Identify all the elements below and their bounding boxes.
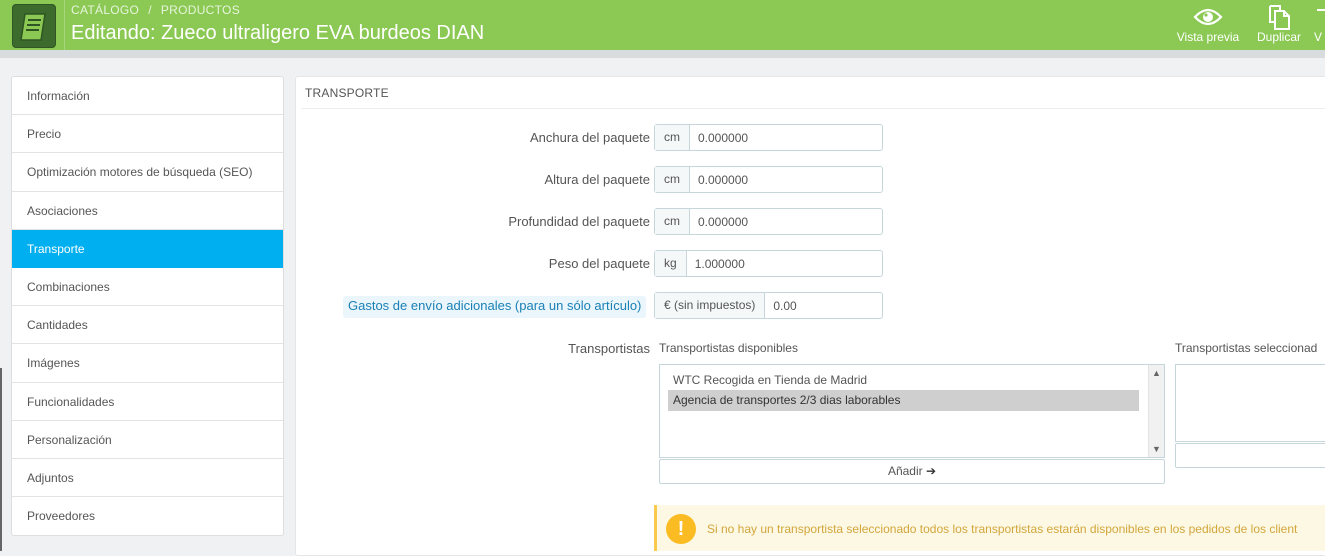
truncated-icon [1317, 9, 1325, 11]
duplicate-button[interactable]: Duplicar [1252, 4, 1306, 46]
height-input[interactable] [690, 167, 882, 192]
tab-combinaciones[interactable]: Combinaciones [12, 268, 283, 307]
depth-unit: cm [655, 209, 690, 234]
available-carriers-list[interactable]: WTC Recogida en Tienda de Madrid Agencia… [659, 364, 1165, 458]
list-scrollbar[interactable]: ▲ ▼ [1148, 365, 1164, 457]
breadcrumb-item-products[interactable]: PRODUCTOS [161, 3, 240, 17]
depth-label: Profundidad del paquete [508, 214, 650, 229]
more-button[interactable]: V [1314, 4, 1325, 46]
breadcrumb: CATÁLOGO / PRODUCTOS [71, 3, 240, 17]
width-input[interactable] [690, 125, 882, 150]
carrier-option[interactable]: WTC Recogida en Tienda de Madrid [668, 370, 1139, 391]
preview-label: Vista previa [1176, 30, 1240, 44]
header-bar: CATÁLOGO / PRODUCTOS Editando: Zueco ultra… [0, 0, 1325, 50]
warning-text: Si no hay un transportista seleccionado … [707, 522, 1298, 536]
shipping-fees-label[interactable]: Gastos de envío adicionales (para un sól… [343, 296, 647, 318]
selected-carriers-list[interactable] [1175, 364, 1325, 442]
weight-unit: kg [655, 251, 687, 276]
scroll-up-icon[interactable]: ▲ [1152, 368, 1161, 378]
panel-divider [301, 108, 1325, 109]
duplicate-label: Duplicar [1256, 30, 1301, 44]
breadcrumb-item-catalog[interactable]: CATÁLOGO [71, 3, 139, 17]
preview-button[interactable]: Vista previa [1174, 4, 1242, 46]
add-carrier-label: Añadir [887, 464, 923, 478]
height-unit: cm [655, 167, 690, 192]
width-input-group: cm [654, 124, 883, 151]
tab-funcionalidades[interactable]: Funcionalidades [12, 383, 283, 421]
available-carriers-title: Transportistas disponibles [659, 341, 798, 355]
tab-seo[interactable]: Optimización motores de búsqueda (SEO) [12, 153, 283, 192]
weight-input[interactable] [686, 251, 882, 276]
scroll-down-icon[interactable]: ▼ [1152, 444, 1161, 454]
tab-precio[interactable]: Precio [12, 115, 283, 154]
shipping-input[interactable] [765, 293, 929, 318]
depth-input[interactable] [690, 209, 882, 234]
tab-proveedores[interactable]: Proveedores [12, 497, 283, 535]
tab-asociaciones[interactable]: Asociaciones [12, 192, 283, 230]
header-divider [64, 0, 65, 50]
arrow-right-icon: ➔ [925, 464, 937, 478]
height-input-group: cm [654, 166, 883, 193]
carriers-label: Transportistas [568, 341, 650, 356]
selected-carriers-title: Transportistas seleccionad [1175, 341, 1318, 355]
tab-personalizacion[interactable]: Personalización [12, 421, 283, 459]
copy-icon [1269, 5, 1290, 30]
width-label: Anchura del paquete [530, 130, 650, 145]
shipping-input-group: € (sin impuestos) [654, 292, 929, 319]
tab-informacion[interactable]: Información [12, 77, 283, 116]
warning-alert: ! Si no hay un transportista seleccionad… [654, 505, 1325, 551]
shipping-unit: € (sin impuestos) [655, 293, 766, 318]
weight-input-group: kg [654, 250, 883, 277]
tab-transporte[interactable]: Transporte [12, 229, 283, 268]
tab-cantidades[interactable]: Cantidades [12, 306, 283, 345]
eye-icon [1193, 8, 1223, 26]
carrier-option-selected[interactable]: Agencia de transportes 2/3 dias laborabl… [668, 390, 1139, 411]
page-title: Editando: Zueco ultraligero EVA burdeos … [71, 22, 485, 44]
header-shadow-strip [0, 50, 1325, 58]
add-carrier-button[interactable]: Añadir ➔ [659, 459, 1165, 484]
breadcrumb-separator: / [148, 3, 152, 17]
width-unit: cm [655, 125, 690, 150]
catalog-book-icon [12, 4, 56, 48]
weight-label: Peso del paquete [548, 256, 650, 271]
height-label: Altura del paquete [544, 172, 650, 187]
tab-adjuntos[interactable]: Adjuntos [12, 459, 283, 498]
more-label: V [1314, 30, 1323, 44]
product-tabs: Información Precio Optimización motores … [11, 76, 284, 537]
remove-carrier-button[interactable] [1175, 443, 1325, 468]
panel-heading: TRANSPORTE [305, 86, 389, 100]
warning-icon: ! [666, 514, 696, 544]
window-edge [0, 368, 2, 551]
depth-input-group: cm [654, 208, 883, 235]
tab-imagenes[interactable]: Imágenes [12, 344, 283, 383]
